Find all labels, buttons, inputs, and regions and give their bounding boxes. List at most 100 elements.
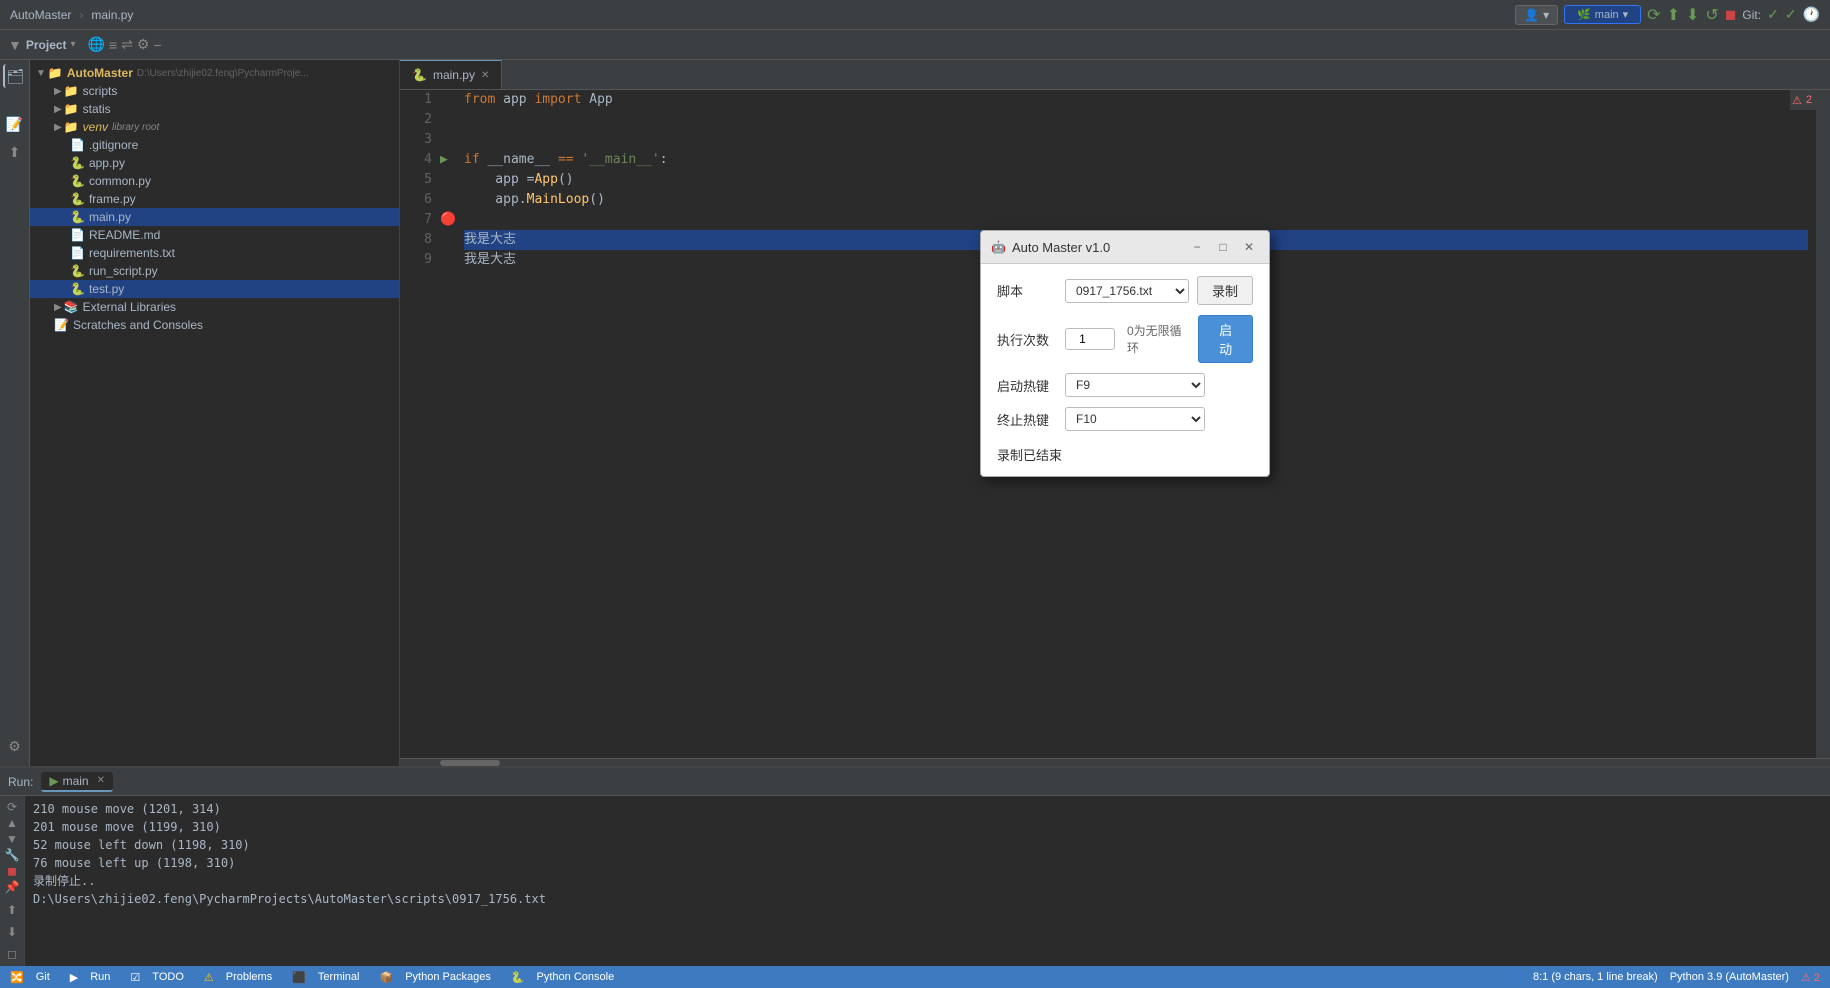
status-terminal-icon[interactable]: ⬛ [292,971,306,984]
readme-icon: 📄 [70,228,85,242]
download-icon[interactable]: ⬇ [1686,5,1699,25]
tree-item-scripts[interactable]: ▶ 📁 scripts [30,82,399,100]
title-bar: AutoMaster › main.py 👤 ▾ 🌿 main ▾ ⟳ ⬆ ⬇ … [0,0,1830,30]
git-check1: ✓ [1767,6,1779,23]
test-py-icon: 🐍 [70,282,85,296]
tree-item-venv[interactable]: ▶ 📁 venv library root [30,118,399,136]
file-name-title: main.py [91,8,133,22]
readme-label: README.md [89,228,160,242]
editor-scrollbar-x[interactable] [400,758,1830,766]
dialog-status-text: 录制已结束 [997,441,1062,464]
scripts-folder-icon: 📁 [64,84,79,98]
console-scroll-down-btn[interactable]: ▼ [2,832,22,846]
dialog-close-btn[interactable]: ✕ [1239,237,1259,257]
tree-item-gitignore[interactable]: 📄 .gitignore [30,136,399,154]
dialog-title-text: Auto Master v1.0 [1012,240,1181,255]
commit-activity-icon[interactable]: 📝 [3,112,27,136]
toolbar: ▼ Project ▾ 🌐 ≡ ⇌ ⚙ − [0,30,1830,60]
tree-item-scratches[interactable]: 📝 Scratches and Consoles [30,316,399,334]
statis-folder-icon: 📁 [64,102,79,116]
tab-close-btn[interactable]: ✕ [481,70,489,81]
tree-item-run-script[interactable]: 🐍 run_script.py [30,262,399,280]
project-activity-icon[interactable]: 🗂 [3,64,27,88]
dialog-start-hotkey-select[interactable]: F1F2F3F4 F5F6F7F8 F9F10F11F12 [1065,373,1205,397]
console-tool-btn[interactable]: 🔧 [2,848,22,862]
dialog-exec-input[interactable] [1065,328,1115,350]
bottom-tab-run[interactable]: ▶ main ✕ [41,772,113,792]
refresh-icon[interactable]: ↺ [1705,5,1718,25]
app-name: AutoMaster [10,8,71,22]
project-label[interactable]: Project [26,38,67,52]
dialog-stop-hotkey-label: 终止热键 [997,410,1057,429]
console-content: 210 mouse move (1201, 314) 201 mouse mov… [25,796,1830,966]
tree-item-app[interactable]: 🐍 app.py [30,154,399,172]
editor-tab-main[interactable]: 🐍 main.py ✕ [400,60,502,89]
code-line-1: from app import App [464,90,1808,110]
branch-selector[interactable]: 🌿 main ▾ [1564,5,1641,24]
status-bar: 🔀 Git ▶ Run ☑ TODO ⚠ Problems ⬛ Terminal… [0,966,1830,988]
update-icon[interactable]: ⟳ [1647,5,1660,25]
status-console-icon[interactable]: 🐍 [511,971,525,984]
status-git-icon[interactable]: 🔀 [10,971,24,984]
requirements-icon: 📄 [70,246,85,260]
root-folder-icon: 📁 [48,66,63,80]
line-numbers: 1 2 3 4 5 6 7 8 9 [400,90,440,758]
gitignore-label: .gitignore [89,138,138,152]
gutter-icons: ▶ 🔴 [440,90,456,758]
status-packages-icon[interactable]: 📦 [380,971,394,984]
settings-icon[interactable]: ⚙ [137,36,150,53]
console-expand-btn[interactable]: ◻ [2,944,22,964]
run-tab-icon: ▶ [49,774,58,788]
toolbar-minus-icon[interactable]: − [153,37,161,53]
pull-requests-icon[interactable]: ⬆ [3,140,27,164]
external-chevron: ▶ [54,302,62,313]
console-rerun-btn[interactable]: ⟳ [2,800,22,814]
user-menu[interactable]: 👤 ▾ [1515,5,1558,25]
tree-item-frame[interactable]: 🐍 frame.py [30,190,399,208]
tree-item-statis[interactable]: ▶ 📁 statis [30,100,399,118]
run-line4-btn[interactable]: ▶ [440,150,456,170]
dialog-maximize-btn[interactable]: □ [1213,237,1233,257]
dialog-exec-hint: 0为无限循环 [1127,322,1190,356]
dialog-stop-hotkey-row: 终止热键 F1F2F3F4 F5F6F7F8 F9F10F11F12 [997,407,1253,431]
root-path: D:\Users\zhijie02.feng\PycharmProje... [137,68,309,79]
dialog-start-btn[interactable]: 启动 [1198,315,1253,363]
locate-icon[interactable]: 🌐 [88,36,105,53]
console-pin-btn[interactable]: 📌 [2,880,22,894]
tree-item-external[interactable]: ▶ 📚 External Libraries [30,298,399,316]
status-bar-right: 8:1 (9 chars, 1 line break) Python 3.9 (… [1533,971,1820,984]
stop-icon[interactable]: ◼ [1725,6,1737,23]
tree-item-readme[interactable]: 📄 README.md [30,226,399,244]
project-panel: ▼ 📁 AutoMaster D:\Users\zhijie02.feng\Py… [30,60,400,766]
build-icon[interactable]: ⬆ [1667,5,1680,25]
console-scroll-up-btn[interactable]: ▲ [2,816,22,830]
run-prefix-label: Run: [8,775,33,789]
tree-item-common[interactable]: 🐍 common.py [30,172,399,190]
dialog-exec-label: 执行次数 [997,330,1057,349]
tree-root[interactable]: ▼ 📁 AutoMaster D:\Users\zhijie02.feng\Py… [30,64,399,82]
collapse-icon[interactable]: ≡ [109,37,117,53]
run-tab-close[interactable]: ✕ [97,775,105,786]
dialog-record-btn[interactable]: 录制 [1197,276,1253,305]
console-more-up[interactable]: ⬆ [2,900,22,920]
status-todo-icon[interactable]: ☑ [130,971,140,984]
tree-item-test[interactable]: 🐍 test.py [30,280,399,298]
tab-bar: 🐍 main.py ✕ [400,60,1830,90]
filter-icon[interactable]: ⇌ [121,36,133,53]
dialog-minimize-btn[interactable]: − [1187,237,1207,257]
frame-py-icon: 🐍 [70,192,85,206]
scripts-label: scripts [83,84,118,98]
status-run-icon[interactable]: ▶ [70,971,78,984]
tree-item-main[interactable]: 🐍 main.py [30,208,399,226]
project-dropdown-icon[interactable]: ▼ [8,37,22,53]
dialog-script-select[interactable]: 0917_1756.txt 0917_1800.txt custom.txt [1065,279,1189,303]
settings-activity-icon[interactable]: ⚙ [3,734,27,758]
console-stop-btn[interactable]: ◼ [2,864,22,878]
status-packages-label: Python Packages [405,971,491,983]
tree-item-requirements[interactable]: 📄 requirements.txt [30,244,399,262]
console-more-down[interactable]: ⬇ [2,922,22,942]
dialog-stop-hotkey-select[interactable]: F1F2F3F4 F5F6F7F8 F9F10F11F12 [1065,407,1205,431]
project-toolbar: ▼ Project ▾ 🌐 ≡ ⇌ ⚙ − [8,36,162,53]
status-warning-icon[interactable]: ⚠ [204,971,214,984]
external-label: External Libraries [83,300,176,314]
